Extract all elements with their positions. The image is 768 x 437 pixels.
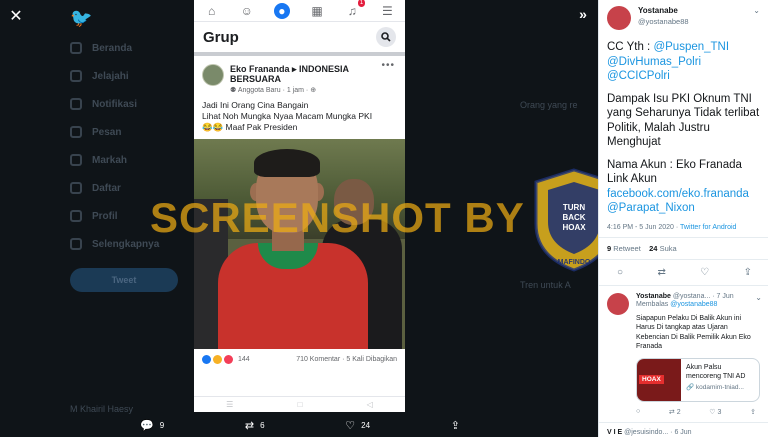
double-chevron-right-icon[interactable]: » bbox=[574, 6, 592, 24]
reply-icon[interactable]: ○ bbox=[617, 267, 623, 278]
retweet-icon[interactable]: ⇄ bbox=[657, 267, 665, 278]
bg-nav-item: Notifikasi bbox=[70, 90, 180, 118]
share-icon[interactable]: ⇪ bbox=[744, 267, 752, 278]
tweet-author-handle[interactable]: @yostanabe88 bbox=[638, 17, 689, 26]
bg-nav-item: Beranda bbox=[70, 34, 180, 62]
reply-tweet[interactable]: Yostanabe @yostana... · 7 Jun Membalas @… bbox=[599, 286, 768, 423]
share-icon: ⇪ bbox=[450, 419, 460, 432]
reactions: 144 bbox=[202, 355, 250, 364]
bg-user-name: M Khairil Haesy bbox=[70, 404, 134, 414]
post-text: Jadi Ini Orang Cina Bangain Lihat Noh Mu… bbox=[202, 100, 373, 132]
back-icon: ◁ bbox=[366, 400, 373, 409]
post-stats: 144 710 Komentar · 5 Kali Dibagikan bbox=[194, 349, 405, 370]
svg-text:HOAX: HOAX bbox=[562, 223, 586, 232]
svg-text:TURN: TURN bbox=[563, 203, 585, 212]
client-link[interactable]: Twitter for Android bbox=[680, 224, 736, 231]
tweet-header: Yostanabe @yostanabe88 ⌄ bbox=[599, 0, 768, 30]
card-link: 🔗 kodamim-tniad... bbox=[686, 383, 744, 391]
groups-icon: ● bbox=[273, 2, 290, 19]
retweet-icon: ⇄ bbox=[244, 419, 255, 432]
tweet-text: CC Yth : @Puspen_TNI @DivHumas_Polri @CC… bbox=[607, 41, 760, 214]
chevron-down-icon[interactable]: ⌄ bbox=[755, 293, 762, 302]
comments-shares: 710 Komentar · 5 Kali Dibagikan bbox=[296, 356, 397, 363]
menu-icon: ☰ bbox=[381, 3, 393, 18]
mention-link[interactable]: @DivHumas_Polri bbox=[607, 56, 701, 68]
reply-text: Siapapun Pelaku Di Balik Akun ini Harus … bbox=[636, 314, 751, 351]
reply-author: Yostanabe @yostana... · 7 Jun bbox=[636, 292, 734, 300]
replying-to: Membalas @yostanabe88 bbox=[636, 300, 718, 308]
tweet-actions: ○ ⇄ ♡ ⇪ bbox=[599, 260, 768, 286]
mention-link[interactable]: @CCICPolri bbox=[607, 70, 670, 82]
heart-icon: ♡ bbox=[345, 419, 356, 432]
tweet-timestamp: 4:16 PM - 5 Jun 2020 · Twitter for Andro… bbox=[599, 216, 768, 238]
member-icon: ⚉ bbox=[230, 87, 238, 94]
tweet-panel: Yostanabe @yostanabe88 ⌄ CC Yth : @Puspe… bbox=[598, 0, 768, 437]
reply-button[interactable]: 💬 9 bbox=[140, 419, 164, 432]
phone-nav-bar: ☰ □ ◁ bbox=[194, 396, 405, 412]
search-icon bbox=[376, 27, 396, 47]
reply-actions: ○ ⇄ 2 ♡ 3 ⇪ bbox=[636, 402, 760, 422]
friends-icon: ☺ bbox=[240, 3, 253, 18]
avatar[interactable] bbox=[607, 292, 629, 315]
fb-header: Grup bbox=[194, 22, 405, 56]
home-button-icon: □ bbox=[297, 400, 303, 409]
globe-icon: ⊕ bbox=[308, 87, 317, 94]
post-author: Eko Frananda ▸ INDONESIA BERSUARA bbox=[230, 64, 349, 84]
mention-link[interactable]: @Parapat_Nixon bbox=[607, 202, 695, 214]
heart-icon[interactable]: ♡ bbox=[700, 267, 709, 278]
link-icon: 🔗 bbox=[686, 383, 695, 391]
facebook-link[interactable]: facebook.com/eko.frananda bbox=[607, 188, 749, 200]
notifications-icon: ♫ 1 bbox=[347, 0, 366, 18]
background-sidebar: 🐦 Beranda Jelajahi Notifikasi Pesan Mark… bbox=[70, 8, 180, 292]
card-title: Akun Palsu mencoreng TNI AD bbox=[686, 363, 746, 380]
more-icon: ••• bbox=[381, 60, 395, 71]
tweet-counts: 9 Retweet 24 Suka bbox=[599, 238, 768, 260]
bg-nav-item: Pesan bbox=[70, 118, 180, 146]
bg-nav-item: Markah bbox=[70, 146, 180, 174]
tweet-author-name[interactable]: Yostanabe bbox=[638, 6, 689, 15]
chevron-down-icon[interactable]: ⌄ bbox=[753, 6, 760, 15]
angry-reaction-icon bbox=[224, 355, 233, 364]
fb-top-nav: ⌂ ☺ ● ▦ ♫ 1 ☰ bbox=[194, 0, 405, 22]
post-meta: ⚉ Anggota Baru · 1 jam · ⊕ bbox=[230, 87, 317, 94]
home-icon: ⌂ bbox=[207, 3, 216, 18]
haha-reaction-icon bbox=[213, 355, 222, 364]
bg-nav-item: Jelajahi bbox=[70, 62, 180, 90]
recent-apps-icon: ☰ bbox=[226, 400, 234, 409]
page-title: Grup bbox=[203, 28, 239, 46]
marketplace-icon: ▦ bbox=[311, 3, 323, 18]
svg-text:BACK: BACK bbox=[562, 213, 585, 222]
share-button[interactable]: ⇪ bbox=[451, 419, 460, 432]
reply-icon[interactable]: ○ bbox=[636, 408, 640, 416]
share-icon[interactable]: ⇪ bbox=[750, 408, 756, 416]
watermark-text: SCREENSHOT BY bbox=[150, 194, 525, 241]
avatar bbox=[202, 64, 224, 86]
twitter-bird-icon: 🐦 bbox=[70, 8, 93, 28]
like-reaction-icon bbox=[202, 355, 211, 364]
close-icon[interactable]: ✕ bbox=[6, 6, 26, 26]
post-header: Eko Frananda ▸ INDONESIA BERSUARA ⚉ Angg… bbox=[194, 56, 405, 94]
card-image: HOAX bbox=[637, 358, 681, 401]
post-photo bbox=[194, 139, 405, 349]
avatar[interactable] bbox=[607, 6, 631, 30]
like-button[interactable]: ♡ 3 bbox=[709, 408, 721, 416]
image-action-bar: 💬 9 ⇄ 6 ♡ 24 ⇪ bbox=[140, 416, 460, 434]
mention-link[interactable]: @Puspen_TNI bbox=[653, 41, 729, 53]
retweet-button[interactable]: ⇄ 2 bbox=[669, 408, 681, 416]
link-card[interactable]: HOAX Akun Palsu mencoreng TNI AD 🔗 kodam… bbox=[636, 357, 760, 402]
reply-icon: 💬 bbox=[140, 419, 154, 432]
bg-tweet-button: Tweet bbox=[70, 268, 178, 292]
svg-text:MAFINDO: MAFINDO bbox=[558, 259, 591, 266]
reply-tweet-2[interactable]: V I E @jesuisindo... · 6 Jun bbox=[599, 423, 768, 437]
like-button[interactable]: ♡ 24 bbox=[345, 419, 370, 432]
retweet-button[interactable]: ⇄ 6 bbox=[245, 419, 265, 432]
notification-badge: 1 bbox=[357, 0, 366, 7]
